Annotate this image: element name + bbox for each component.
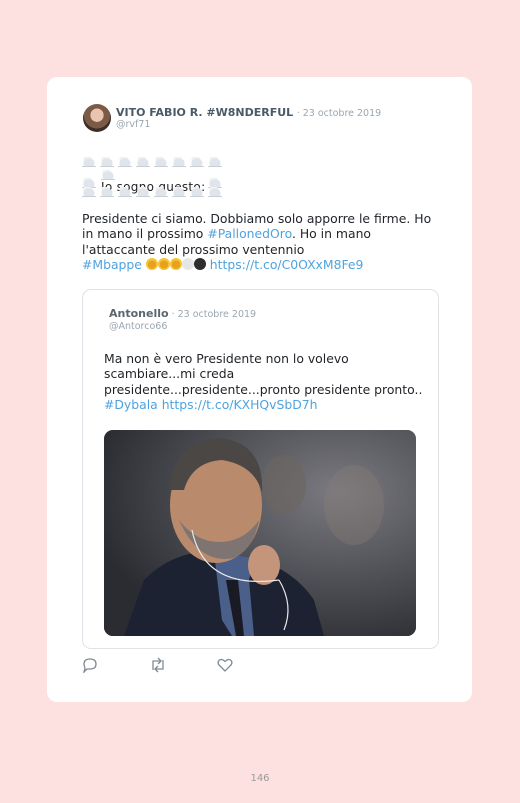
author-handle[interactable]: @rvf71 <box>116 119 150 130</box>
quoted-date[interactable]: · 23 octobre 2019 <box>169 309 257 320</box>
quoted-link[interactable]: https://t.co/KXHQvSbD7h <box>162 397 318 412</box>
author-name[interactable]: VITO FABIO R. #W8NDERFUL <box>116 106 293 119</box>
author-line: VITO FABIO R. #W8NDERFUL · 23 octobre 20… <box>116 106 381 119</box>
like-icon[interactable] <box>217 657 233 673</box>
tweet-card: VITO FABIO R. #W8NDERFUL · 23 octobre 20… <box>47 77 472 702</box>
cloud-emoji-row <box>82 183 226 196</box>
black-circle-emoji <box>193 258 206 271</box>
retweet-icon[interactable] <box>149 657 167 673</box>
tweet-link[interactable]: https://t.co/C0OXxM8Fe9 <box>210 257 364 272</box>
tweet-date[interactable]: · 23 octobre 2019 <box>297 108 382 119</box>
star-eyes-emoji <box>169 258 182 271</box>
hashtag-link[interactable]: #PallonedOro <box>207 226 292 241</box>
quoted-handle[interactable]: @Antorco66 <box>109 321 167 332</box>
star-eyes-emoji <box>145 258 158 271</box>
hashtag-link[interactable]: #Dybala <box>104 397 158 412</box>
reply-icon[interactable] <box>82 657 98 673</box>
avatar[interactable] <box>83 104 111 132</box>
quoted-author-name[interactable]: Antonello <box>109 307 169 320</box>
page-number: 146 <box>250 773 270 784</box>
quoted-tweet[interactable]: Antonello · 23 octobre 2019 @Antorco66 M… <box>82 289 439 649</box>
tweet-body: Presidente ci siamo. Dobbiamo solo appor… <box>82 211 442 273</box>
cloud-emoji-row <box>82 153 226 166</box>
white-circle-emoji <box>181 258 194 271</box>
hashtag-link[interactable]: #Mbappe <box>82 257 142 272</box>
heart-eyes-emoji <box>157 258 170 271</box>
man-with-earphones-image <box>104 430 416 636</box>
quoted-text: Ma non è vero Presidente non lo volevo s… <box>104 351 423 397</box>
quoted-body: Ma non è vero Presidente non lo volevo s… <box>104 351 424 413</box>
quoted-author-line: Antonello · 23 octobre 2019 <box>109 307 256 320</box>
quoted-photo[interactable] <box>104 430 416 636</box>
